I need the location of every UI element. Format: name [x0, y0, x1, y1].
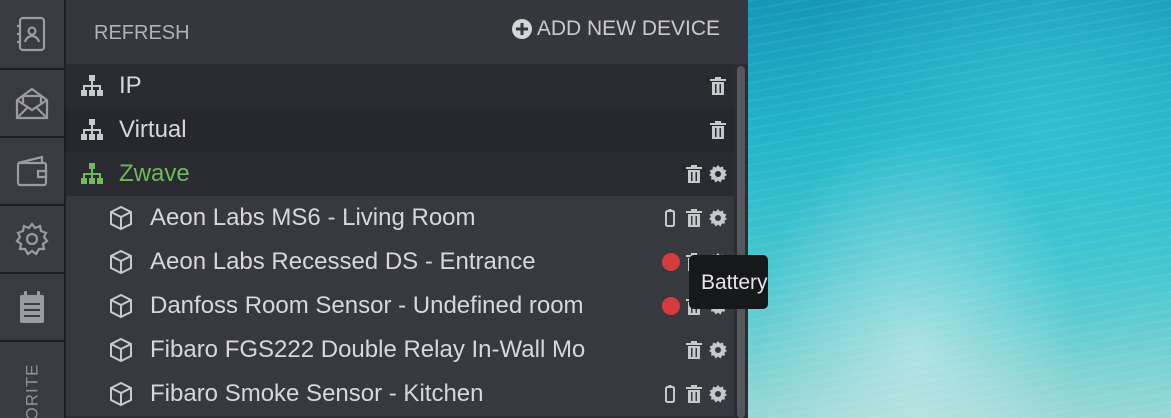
sidebar-rail: ORITE	[0, 0, 66, 418]
sidebar-item-wallet[interactable]	[0, 138, 64, 206]
alert-indicator	[662, 253, 680, 271]
group-name: Zwave	[119, 160, 190, 187]
scrollbar[interactable]	[734, 64, 748, 418]
battery-icon	[665, 385, 675, 403]
gear-icon[interactable]	[708, 384, 728, 404]
device-name: Fibaro FGS222 Double Relay In-Wall Mo	[150, 336, 586, 363]
sidebar-item-mail[interactable]	[0, 70, 64, 138]
tree-row-device[interactable]: Aeon Labs MS6 - Living Room	[66, 196, 734, 240]
clipboard-icon	[20, 291, 44, 323]
cube-icon	[108, 249, 134, 275]
plus-circle-icon	[511, 19, 532, 39]
favorite-label: ORITE	[21, 363, 41, 418]
cube-icon	[108, 381, 134, 407]
sidebar-item-contacts[interactable]	[0, 0, 64, 70]
device-panel: REFRESH ADD NEW DEVICE IP Virtual Zwave …	[66, 0, 748, 418]
device-tree: IP Virtual Zwave Aeon Labs MS6 - Living …	[66, 64, 734, 416]
tree-row-device[interactable]: Fibaro FGS222 Double Relay In-Wall Mo	[66, 328, 734, 372]
device-name: Aeon Labs Recessed DS - Entrance	[150, 248, 536, 275]
gear-icon	[15, 222, 49, 256]
cube-icon	[108, 293, 134, 319]
wallet-icon	[16, 155, 48, 187]
network-icon	[79, 161, 105, 187]
add-new-device-button[interactable]: ADD NEW DEVICE	[511, 17, 720, 41]
tree-row-device[interactable]: Aeon Labs Recessed DS - Entrance	[66, 240, 734, 284]
cube-icon	[108, 205, 134, 231]
trash-icon[interactable]	[684, 384, 704, 404]
refresh-button[interactable]: REFRESH	[94, 22, 190, 45]
tree-row-group[interactable]: IP	[66, 64, 734, 108]
tooltip: Battery	[689, 255, 768, 309]
network-icon	[79, 73, 105, 99]
gear-icon[interactable]	[708, 164, 728, 184]
tree-row-group[interactable]: Zwave	[66, 152, 734, 196]
gear-icon[interactable]	[708, 340, 728, 360]
sidebar-item-schedule[interactable]	[0, 274, 64, 342]
trash-icon[interactable]	[684, 164, 704, 184]
tree-row-device[interactable]: Fibaro Smoke Sensor - Kitchen	[66, 372, 734, 416]
background-image	[748, 0, 1171, 418]
panel-header: REFRESH ADD NEW DEVICE	[66, 0, 748, 64]
alert-indicator	[662, 297, 680, 315]
tree-row-group[interactable]: Virtual	[66, 108, 734, 152]
sidebar-item-favorite[interactable]: ORITE	[0, 342, 64, 418]
add-new-device-label: ADD NEW DEVICE	[536, 17, 720, 40]
device-name: Danfoss Room Sensor - Undefined room	[150, 292, 584, 319]
tree-row-device[interactable]: Danfoss Room Sensor - Undefined room	[66, 284, 734, 328]
device-name: Aeon Labs MS6 - Living Room	[150, 204, 476, 231]
trash-icon[interactable]	[684, 340, 704, 360]
group-name: Virtual	[119, 116, 187, 143]
scrollbar-thumb[interactable]	[737, 66, 745, 418]
gear-icon[interactable]	[708, 208, 728, 228]
network-icon	[79, 117, 105, 143]
cube-icon	[108, 337, 134, 363]
trash-icon[interactable]	[708, 120, 728, 140]
battery-icon	[665, 209, 675, 227]
trash-icon[interactable]	[708, 76, 728, 96]
sidebar-item-settings[interactable]	[0, 206, 64, 274]
group-name: IP	[119, 72, 142, 99]
mail-icon	[15, 87, 49, 120]
contacts-icon	[17, 16, 46, 52]
trash-icon[interactable]	[684, 208, 704, 228]
device-name: Fibaro Smoke Sensor - Kitchen	[150, 380, 484, 407]
